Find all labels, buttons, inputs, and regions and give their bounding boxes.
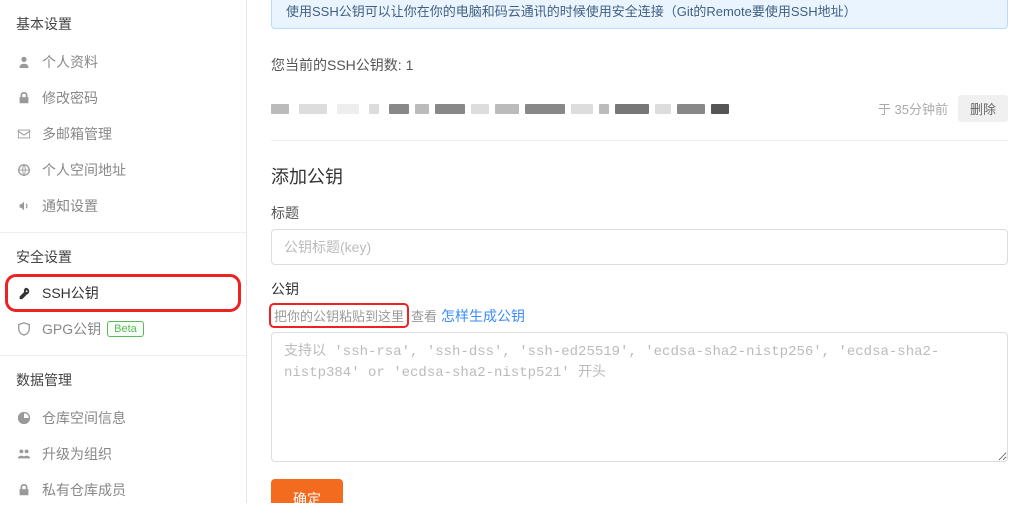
- user-icon: [16, 54, 32, 70]
- sidebar-label: 升级为组织: [42, 444, 112, 464]
- submit-button[interactable]: 确定: [271, 479, 343, 503]
- help-view-text: 查看: [411, 306, 437, 325]
- pubkey-textarea[interactable]: [271, 332, 1008, 462]
- sidebar-label: 通知设置: [42, 196, 98, 216]
- main-content: 使用SSH公钥可以让你在你的电脑和码云通讯的时候使用安全连接（Git的Remot…: [247, 0, 1032, 503]
- sidebar-label: 修改密码: [42, 88, 98, 108]
- key-title-input[interactable]: [271, 229, 1008, 265]
- users-icon: [16, 446, 32, 462]
- redacted-segment: [271, 104, 289, 114]
- sidebar-item-password[interactable]: 修改密码: [0, 80, 246, 116]
- pie-chart-icon: [16, 410, 32, 426]
- sidebar-label: GPG公钥: [42, 319, 101, 339]
- ssh-key-time: 于 35分钟前: [878, 99, 948, 118]
- sidebar-item-storage[interactable]: 仓库空间信息: [0, 400, 246, 436]
- paste-here-hint: 把你的公钥粘贴到这里: [271, 305, 407, 326]
- sidebar-item-profile[interactable]: 个人资料: [0, 44, 246, 80]
- how-to-generate-link[interactable]: 怎样生成公钥: [441, 306, 525, 326]
- ssh-key-fingerprint: [389, 104, 868, 114]
- sidebar-label: 私有仓库成员: [42, 480, 126, 500]
- sidebar-label: 个人空间地址: [42, 160, 126, 180]
- sidebar-label: SSH公钥: [42, 283, 99, 303]
- beta-badge: Beta: [107, 321, 144, 337]
- info-banner: 使用SSH公钥可以让你在你的电脑和码云通讯的时候使用安全连接（Git的Remot…: [271, 0, 1008, 29]
- lock-icon: [16, 90, 32, 106]
- sidebar-divider: [0, 355, 246, 356]
- envelope-icon: [16, 126, 32, 142]
- count-value: 1: [406, 57, 414, 73]
- key-icon: [16, 285, 32, 301]
- sidebar-label: 仓库空间信息: [42, 408, 126, 428]
- sidebar-label: 多邮箱管理: [42, 124, 112, 144]
- sidebar-item-ssh[interactable]: SSH公钥: [8, 277, 238, 309]
- shield-icon: [16, 321, 32, 337]
- redacted-segment: [337, 104, 359, 114]
- pubkey-label-row: 公钥: [271, 279, 1008, 299]
- ssh-key-count: 您当前的SSH公钥数: 1: [271, 55, 1008, 75]
- volume-icon: [16, 198, 32, 214]
- sidebar-section-security: 安全设置: [0, 241, 246, 273]
- sidebar-divider: [0, 232, 246, 233]
- pubkey-help-row: 把你的公钥粘贴到这里 查看 怎样生成公钥: [271, 305, 1008, 326]
- globe-icon: [16, 162, 32, 178]
- sidebar-item-gpg[interactable]: GPG公钥 Beta: [0, 311, 246, 347]
- settings-sidebar: 基本设置 个人资料 修改密码 多邮箱管理 个人空间地址 通知设置 安全设置: [0, 0, 247, 503]
- sidebar-section-basic: 基本设置: [0, 8, 246, 40]
- sidebar-label: 个人资料: [42, 52, 98, 72]
- redacted-segment: [299, 104, 327, 114]
- sidebar-item-emails[interactable]: 多邮箱管理: [0, 116, 246, 152]
- sidebar-item-homepage[interactable]: 个人空间地址: [0, 152, 246, 188]
- sidebar-section-data: 数据管理: [0, 364, 246, 396]
- title-label: 标题: [271, 203, 1008, 223]
- pubkey-label: 公钥: [271, 279, 299, 299]
- add-key-heading: 添加公钥: [271, 163, 1008, 189]
- sidebar-item-notification[interactable]: 通知设置: [0, 188, 246, 224]
- delete-key-button[interactable]: 删除: [958, 95, 1008, 122]
- count-label: 您当前的SSH公钥数:: [271, 57, 406, 73]
- lock-icon: [16, 482, 32, 498]
- redacted-segment: [369, 104, 379, 114]
- sidebar-item-upgrade[interactable]: 升级为组织: [0, 436, 246, 472]
- ssh-key-row: 于 35分钟前 删除: [271, 87, 1008, 141]
